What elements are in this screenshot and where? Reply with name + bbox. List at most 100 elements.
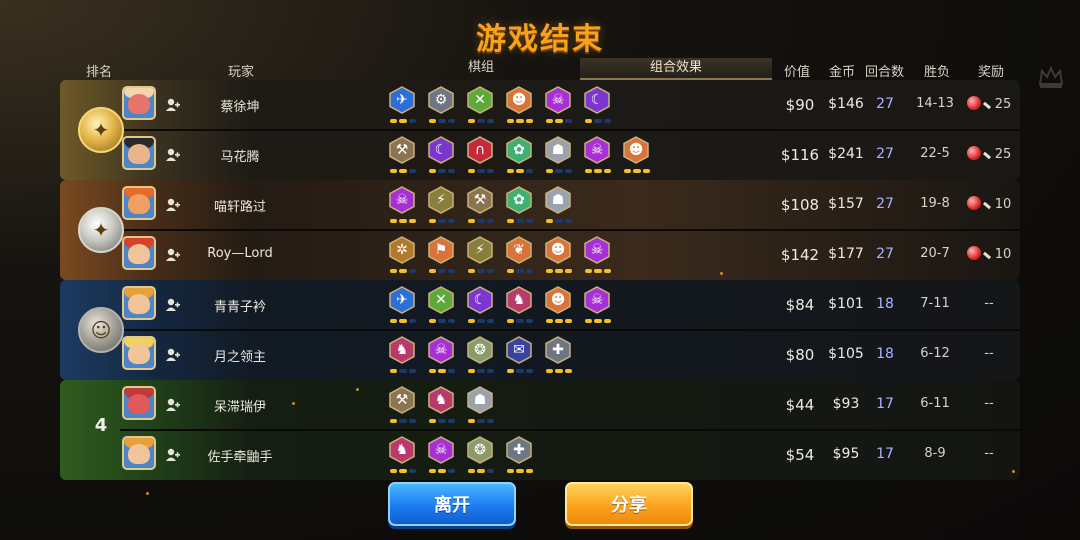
add-friend-icon[interactable] (165, 247, 181, 263)
candy-icon (966, 246, 981, 260)
add-friend-icon[interactable] (165, 97, 181, 113)
player-win-loss: 20-7 (920, 246, 950, 261)
unit-chip[interactable]: ☠ (544, 86, 574, 126)
player-win-loss: 8-9 (924, 446, 946, 461)
player-avatar[interactable] (122, 386, 156, 420)
tab-synergy[interactable]: 组合效果 (580, 58, 772, 80)
add-friend-icon[interactable] (165, 347, 181, 363)
unit-symbol: ⚑ (434, 242, 448, 258)
unit-symbol: ☻ (511, 92, 527, 108)
player-avatar[interactable] (122, 186, 156, 220)
unit-chip[interactable]: ⚡ (427, 186, 457, 226)
spark-decoration (356, 388, 359, 391)
unit-star-bar (390, 369, 416, 373)
share-button[interactable]: 分享 (565, 482, 693, 526)
unit-chip[interactable]: ☠ (427, 436, 457, 476)
unit-star-bar (390, 219, 416, 223)
unit-chip[interactable]: ⚙ (427, 86, 457, 126)
add-friend-icon[interactable] (165, 397, 181, 413)
unit-chip[interactable]: ⚑ (427, 236, 457, 276)
unit-chip[interactable]: ∩ (466, 136, 496, 176)
unit-symbol: ✈ (396, 92, 408, 108)
tab-units[interactable]: 棋组 (386, 58, 576, 80)
add-friend-icon[interactable] (165, 147, 181, 163)
player-avatar[interactable] (122, 336, 156, 370)
unit-chip[interactable]: ✕ (466, 86, 496, 126)
unit-chip[interactable]: ✈ (388, 86, 418, 126)
unit-symbol: ☗ (551, 142, 565, 158)
unit-chip[interactable]: ✚ (544, 336, 574, 376)
player-rounds: 27 (876, 196, 894, 212)
player-reward: 10 (962, 246, 1016, 262)
unit-chip[interactable]: ✿ (505, 186, 535, 226)
player-name: 喵轩路过 (213, 200, 266, 215)
unit-lineup: ⚒ ♞ ☗ (388, 386, 768, 430)
unit-chip[interactable]: ♞ (505, 286, 535, 326)
unit-chip[interactable]: ❦ (505, 236, 535, 276)
unit-chip[interactable]: ☻ (544, 236, 574, 276)
add-friend-icon[interactable] (165, 297, 181, 313)
unit-chip[interactable]: ❂ (466, 436, 496, 476)
unit-chip[interactable]: ☾ (466, 286, 496, 326)
player-avatar[interactable] (122, 86, 156, 120)
add-friend-icon[interactable] (165, 447, 181, 463)
unit-chip[interactable]: ☗ (544, 136, 574, 176)
player-avatar[interactable] (122, 136, 156, 170)
player-avatar[interactable] (122, 236, 156, 270)
unit-chip[interactable]: ♞ (388, 436, 418, 476)
unit-chip[interactable]: ☻ (622, 136, 652, 176)
unit-symbol: ✉ (513, 342, 525, 358)
unit-symbol: ☠ (590, 242, 604, 258)
header-value: 价值 (784, 65, 811, 80)
unit-symbol: ♞ (512, 292, 526, 308)
unit-star-bar (429, 369, 455, 373)
leave-button[interactable]: 离开 (388, 482, 516, 526)
player-avatar[interactable] (122, 436, 156, 470)
reward-amount: 25 (994, 147, 1012, 162)
unit-star-bar (546, 219, 572, 223)
unit-star-bar (429, 219, 455, 223)
player-rounds: 18 (876, 346, 894, 362)
unit-star-bar (429, 469, 455, 473)
unit-chip[interactable]: ⚒ (388, 136, 418, 176)
unit-chip[interactable]: ⚒ (466, 186, 496, 226)
player-avatar[interactable] (122, 286, 156, 320)
unit-chip[interactable]: ✚ (505, 436, 535, 476)
unit-chip[interactable]: ☻ (544, 286, 574, 326)
player-win-loss: 22-5 (920, 146, 950, 161)
unit-chip[interactable]: ✈ (388, 286, 418, 326)
unit-star-bar (429, 119, 455, 123)
unit-symbol: ⚡ (436, 192, 446, 208)
unit-chip[interactable]: ✉ (505, 336, 535, 376)
rank-number-4: 4 (94, 415, 108, 436)
unit-symbol: ☠ (590, 292, 604, 308)
add-friend-icon[interactable] (165, 197, 181, 213)
player-rounds: 27 (876, 246, 894, 262)
player-win-loss: 6-12 (920, 346, 950, 361)
unit-chip[interactable]: ❂ (466, 336, 496, 376)
player-name: 蔡徐坤 (220, 100, 260, 115)
unit-chip[interactable]: ☗ (544, 186, 574, 226)
unit-chip[interactable]: ⚒ (388, 386, 418, 426)
player-name: 呆滞瑞伊 (213, 400, 266, 415)
unit-chip[interactable]: ☻ (505, 86, 535, 126)
unit-chip[interactable]: ☾ (583, 86, 613, 126)
player-reward: -- (962, 296, 1016, 311)
reward-amount: -- (984, 396, 994, 411)
unit-chip[interactable]: ☾ (427, 136, 457, 176)
unit-chip[interactable]: ☠ (583, 286, 613, 326)
unit-chip[interactable]: ☗ (466, 386, 496, 426)
unit-chip[interactable]: ⚡ (466, 236, 496, 276)
player-reward: 25 (962, 146, 1016, 162)
unit-chip[interactable]: ☠ (388, 186, 418, 226)
unit-chip[interactable]: ✕ (427, 286, 457, 326)
unit-star-bar (507, 169, 533, 173)
unit-chip[interactable]: ♞ (427, 386, 457, 426)
player-gold: $95 (832, 446, 860, 462)
unit-chip[interactable]: ☠ (427, 336, 457, 376)
unit-chip[interactable]: ☠ (583, 136, 613, 176)
unit-chip[interactable]: ✲ (388, 236, 418, 276)
unit-chip[interactable]: ☠ (583, 236, 613, 276)
unit-chip[interactable]: ♞ (388, 336, 418, 376)
unit-chip[interactable]: ✿ (505, 136, 535, 176)
